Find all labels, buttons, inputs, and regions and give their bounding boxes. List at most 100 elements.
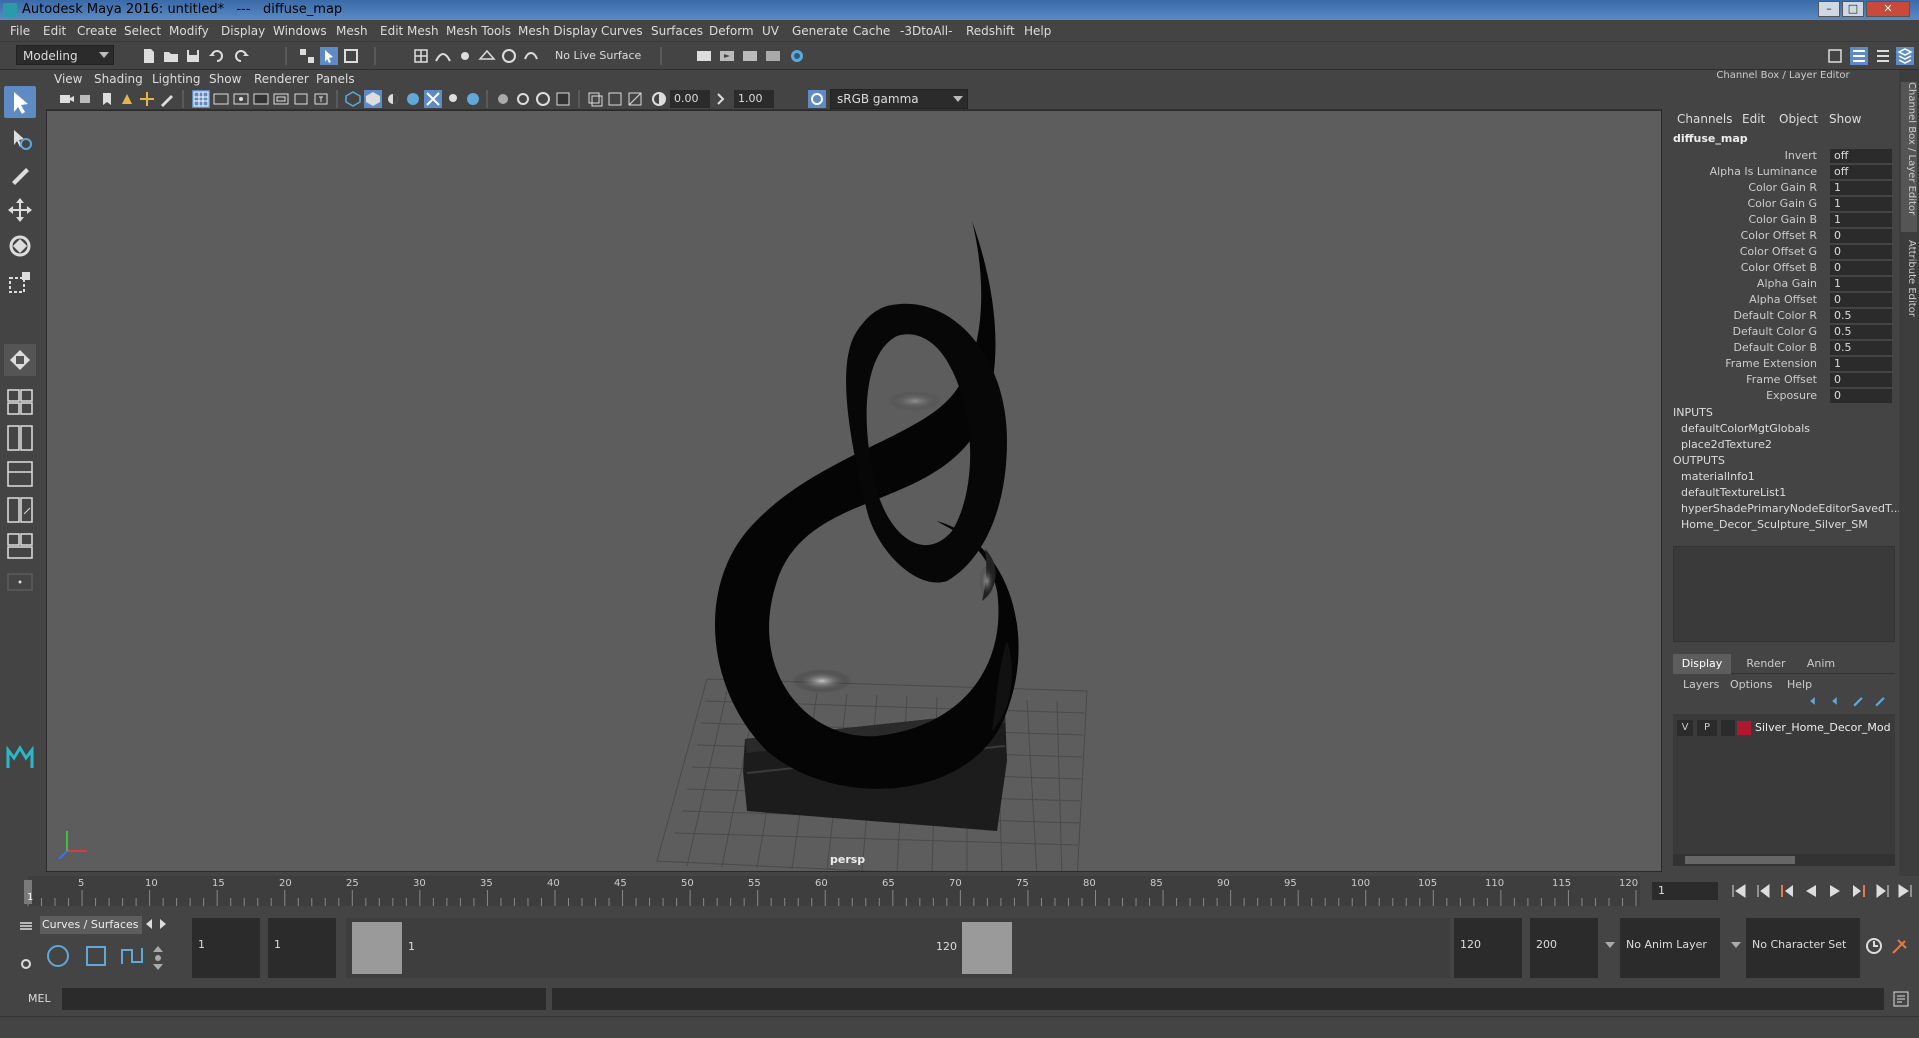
motion-blur-icon[interactable] bbox=[494, 90, 512, 108]
viewport-menu-panels[interactable]: Panels bbox=[316, 72, 355, 86]
menu-mesh-tools[interactable]: Mesh Tools bbox=[446, 24, 511, 38]
step-forward-key-icon[interactable] bbox=[1874, 882, 1892, 900]
toolbox-menu-button[interactable] bbox=[4, 572, 36, 592]
attr-label-alpha-is-luminance[interactable]: Alpha Is Luminance bbox=[1637, 165, 1817, 178]
step-forward-frame-icon[interactable] bbox=[1850, 882, 1868, 900]
step-back-key-icon[interactable] bbox=[1754, 882, 1772, 900]
resolution-gate-icon[interactable] bbox=[232, 90, 250, 108]
film-gate-icon[interactable] bbox=[212, 90, 230, 108]
range-end-handle[interactable] bbox=[962, 922, 1012, 974]
maximize-button[interactable]: □ bbox=[1842, 1, 1864, 17]
viewport-menu-view[interactable]: View bbox=[54, 72, 82, 86]
attr-value-color-offset-g[interactable]: 0 bbox=[1830, 245, 1892, 259]
range-start-handle[interactable] bbox=[352, 922, 402, 974]
attr-label-default-color-r[interactable]: Default Color R bbox=[1637, 309, 1817, 322]
exposure-field[interactable]: 0.00 bbox=[670, 90, 710, 108]
ipr-render-icon[interactable] bbox=[741, 47, 759, 65]
select-tool-icon[interactable] bbox=[4, 86, 36, 118]
attribute-editor-toggle-icon[interactable] bbox=[1850, 47, 1868, 65]
view-transform-dropdown[interactable]: sRGB gamma bbox=[830, 89, 968, 109]
safe-action-icon[interactable] bbox=[292, 90, 310, 108]
menu-mesh-display[interactable]: Mesh Display bbox=[518, 24, 598, 38]
layout-outliner-icon[interactable] bbox=[4, 458, 36, 490]
scrollbar-thumb[interactable] bbox=[1685, 856, 1795, 864]
attr-value-alpha-is-luminance[interactable]: off bbox=[1830, 165, 1892, 179]
go-to-start-icon[interactable] bbox=[1730, 882, 1748, 900]
menu-select[interactable]: Select bbox=[124, 24, 161, 38]
time-slider[interactable]: 1 5 10 15 20 25 30 35 40 45 50 55 60 65 … bbox=[0, 876, 1919, 906]
viewport-menu-renderer[interactable]: Renderer bbox=[254, 72, 309, 86]
nurbs-circle-icon[interactable] bbox=[44, 942, 72, 970]
depth-of-field-icon[interactable] bbox=[534, 90, 552, 108]
save-scene-icon[interactable] bbox=[184, 47, 202, 65]
attr-value-default-color-b[interactable]: 0.5 bbox=[1830, 341, 1892, 355]
attr-label-alpha-gain[interactable]: Alpha Gain bbox=[1637, 277, 1817, 290]
select-object-icon[interactable] bbox=[320, 47, 338, 65]
tab-render[interactable]: Render bbox=[1739, 654, 1793, 674]
render-view-icon[interactable] bbox=[695, 47, 713, 65]
shelf-next-icon[interactable] bbox=[158, 918, 168, 930]
tool-settings-icon[interactable] bbox=[1874, 47, 1892, 65]
viewport-menu-shading[interactable]: Shading bbox=[94, 72, 143, 86]
attr-label-frame-offset[interactable]: Frame Offset bbox=[1637, 373, 1817, 386]
step-back-frame-icon[interactable] bbox=[1778, 882, 1796, 900]
persp-viewport[interactable]: persp bbox=[46, 110, 1662, 872]
new-scene-icon[interactable] bbox=[140, 47, 158, 65]
attr-value-exposure[interactable]: 0 bbox=[1830, 389, 1892, 403]
animation-preferences-icon[interactable] bbox=[1890, 936, 1910, 956]
menu-file[interactable]: File bbox=[10, 24, 30, 38]
shelf-settings-icon[interactable] bbox=[18, 956, 34, 972]
play-backward-icon[interactable] bbox=[1802, 882, 1820, 900]
isolate-select-icon[interactable] bbox=[554, 90, 572, 108]
xray-icon[interactable] bbox=[586, 90, 604, 108]
live-surface-label[interactable]: No Live Surface bbox=[555, 49, 641, 62]
output-node[interactable]: defaultTextureList1 bbox=[1681, 486, 1786, 499]
attr-label-color-offset-r[interactable]: Color Offset R bbox=[1637, 229, 1817, 242]
select-component-icon[interactable] bbox=[342, 47, 360, 65]
layer-menu-help[interactable]: Help bbox=[1787, 678, 1812, 691]
attr-label-frame-extension[interactable]: Frame Extension bbox=[1637, 357, 1817, 370]
field-chart-icon[interactable] bbox=[272, 90, 290, 108]
menu-3dtoall[interactable]: -3DtoAll- bbox=[900, 24, 952, 38]
output-node[interactable]: materialInfo1 bbox=[1681, 470, 1755, 483]
xray-components-icon[interactable] bbox=[626, 90, 644, 108]
attr-value-color-gain-b[interactable]: 1 bbox=[1830, 213, 1892, 227]
grease-pencil-icon[interactable] bbox=[158, 90, 176, 108]
attr-value-alpha-gain[interactable]: 1 bbox=[1830, 277, 1892, 291]
modeling-toolkit-icon[interactable] bbox=[1826, 47, 1844, 65]
gamma-field[interactable]: 1.00 bbox=[734, 90, 774, 108]
attr-label-color-gain-r[interactable]: Color Gain R bbox=[1637, 181, 1817, 194]
channel-box-menu-object[interactable]: Object bbox=[1779, 112, 1818, 126]
gate-mask-icon[interactable] bbox=[252, 90, 270, 108]
menu-surfaces[interactable]: Surfaces bbox=[651, 24, 703, 38]
range-slider-track[interactable]: 1 120 bbox=[346, 918, 1450, 978]
default-lighting-icon[interactable] bbox=[384, 90, 402, 108]
new-layer-selected-icon[interactable] bbox=[1873, 694, 1887, 708]
channel-box-menu-edit[interactable]: Edit bbox=[1742, 112, 1765, 126]
menu-edit[interactable]: Edit bbox=[43, 24, 66, 38]
attr-label-color-gain-b[interactable]: Color Gain B bbox=[1637, 213, 1817, 226]
tab-anim[interactable]: Anim bbox=[1797, 654, 1845, 674]
xray-joints-icon[interactable] bbox=[606, 90, 624, 108]
layer-name[interactable]: Silver_Home_Decor_Mod bbox=[1755, 721, 1891, 734]
layout-hypershade-icon[interactable] bbox=[4, 530, 36, 562]
playback-start-field[interactable]: 1 bbox=[268, 918, 336, 978]
cv-curve-tool-icon[interactable] bbox=[118, 942, 146, 970]
layout-two-panes-icon[interactable] bbox=[4, 422, 36, 454]
attr-value-color-gain-g[interactable]: 1 bbox=[1830, 197, 1892, 211]
attr-value-invert[interactable]: off bbox=[1830, 149, 1892, 163]
camera-icon[interactable] bbox=[58, 90, 76, 108]
snap-point-icon[interactable] bbox=[456, 47, 474, 65]
undo-icon[interactable] bbox=[208, 47, 226, 65]
attr-label-default-color-g[interactable]: Default Color G bbox=[1637, 325, 1817, 338]
move-layer-down-icon[interactable] bbox=[1829, 694, 1843, 708]
tab-attribute-editor[interactable]: Attribute Editor bbox=[1901, 240, 1917, 340]
menu-windows[interactable]: Windows bbox=[273, 24, 327, 38]
move-layer-up-icon[interactable] bbox=[1807, 694, 1821, 708]
layer-row[interactable]: V P Silver_Home_Decor_Mod bbox=[1677, 720, 1891, 736]
attr-label-color-offset-g[interactable]: Color Offset G bbox=[1637, 245, 1817, 258]
scale-tool-icon[interactable] bbox=[4, 266, 36, 298]
viewport-menu-show[interactable]: Show bbox=[209, 72, 241, 86]
menu-cache[interactable]: Cache bbox=[853, 24, 890, 38]
new-layer-icon[interactable] bbox=[1851, 694, 1865, 708]
